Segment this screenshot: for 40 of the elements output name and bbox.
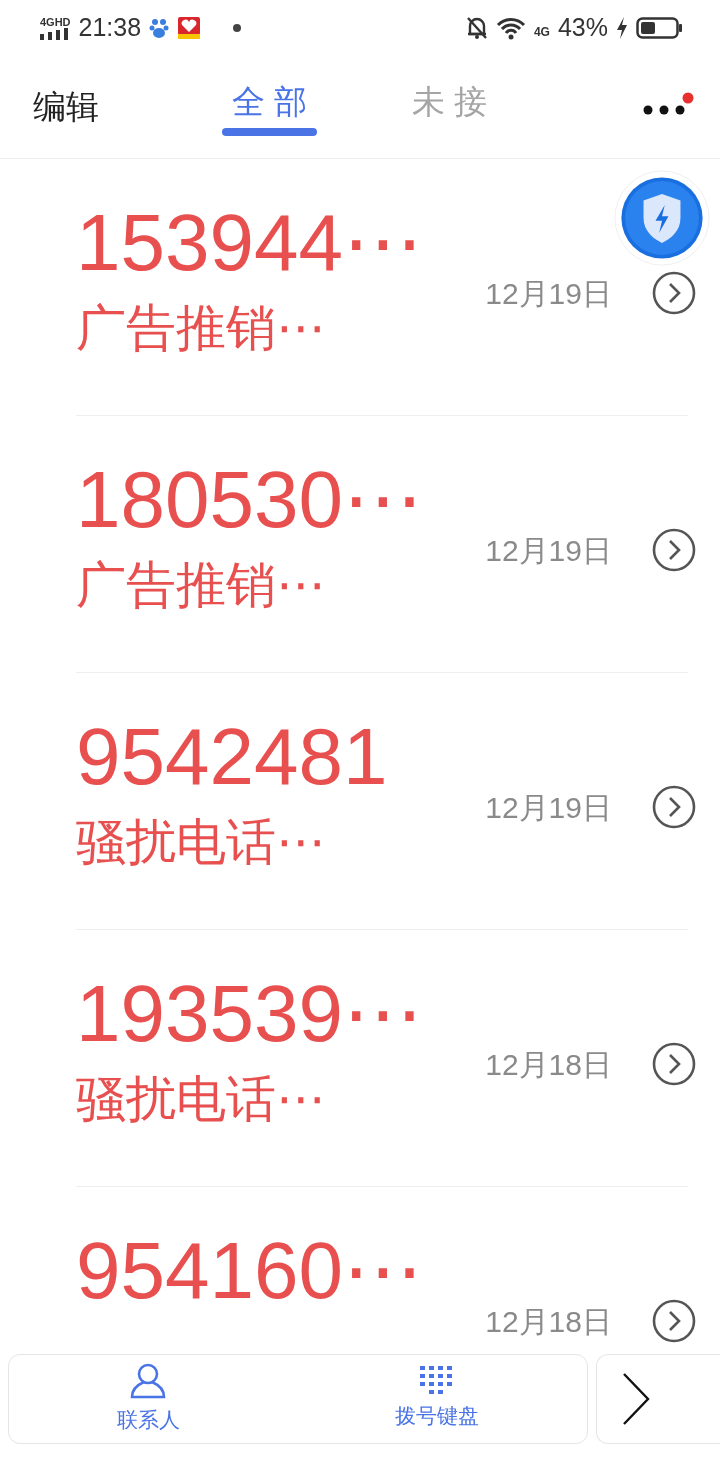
call-tag: 骚扰电话⋯ xyxy=(76,1072,326,1127)
call-date: 12月18日 xyxy=(485,1047,612,1083)
call-tag: 广告推销⋯ xyxy=(76,558,326,613)
phone-number: 193539⋯ xyxy=(76,970,423,1058)
call-tag: 广告推销⋯ xyxy=(76,301,326,356)
clock: 21:38 xyxy=(78,12,142,44)
network-label: 4GHD xyxy=(40,16,71,28)
phone-number: 180530⋯ xyxy=(76,456,423,544)
phone-number: 954160⋯ xyxy=(76,1227,423,1315)
dot-icon xyxy=(233,24,242,32)
battery-percent: 43% xyxy=(557,12,608,44)
tab[interactable]: 未 接 xyxy=(412,82,488,136)
muted-bell-icon xyxy=(465,16,488,40)
paw-icon xyxy=(149,17,170,39)
phone-number: 153944⋯ xyxy=(76,199,423,287)
chevron-right-icon xyxy=(621,1372,651,1426)
shield-button[interactable] xyxy=(614,170,710,266)
signal-icon xyxy=(40,27,70,40)
call-tag: 骚扰电话⋯ xyxy=(76,815,326,870)
details-icon[interactable] xyxy=(652,785,696,829)
tab[interactable]: 全 部 xyxy=(222,82,318,136)
dialpad-icon xyxy=(420,1366,455,1397)
details-icon[interactable] xyxy=(652,271,696,315)
person-icon xyxy=(129,1362,168,1401)
call-date: 12月19日 xyxy=(485,533,612,569)
call-date: 12月19日 xyxy=(485,790,612,826)
details-icon[interactable] xyxy=(652,1299,696,1343)
charging-icon xyxy=(616,17,628,39)
app-icon xyxy=(177,16,202,40)
call-date: 12月18日 xyxy=(485,1304,612,1340)
mobile-data-label: 4G xyxy=(533,24,550,42)
contacts-button[interactable]: 联系人 xyxy=(9,1355,288,1443)
call-date: 12月19日 xyxy=(485,276,612,312)
details-icon[interactable] xyxy=(652,528,696,572)
battery-icon xyxy=(636,17,682,39)
wifi-icon xyxy=(495,16,526,40)
dialpad-button[interactable]: 拨号键盘 xyxy=(287,1355,587,1443)
phone-number: 9542481 xyxy=(76,713,388,801)
edit-button[interactable]: 编辑 xyxy=(33,82,99,132)
details-icon[interactable] xyxy=(652,1042,696,1086)
